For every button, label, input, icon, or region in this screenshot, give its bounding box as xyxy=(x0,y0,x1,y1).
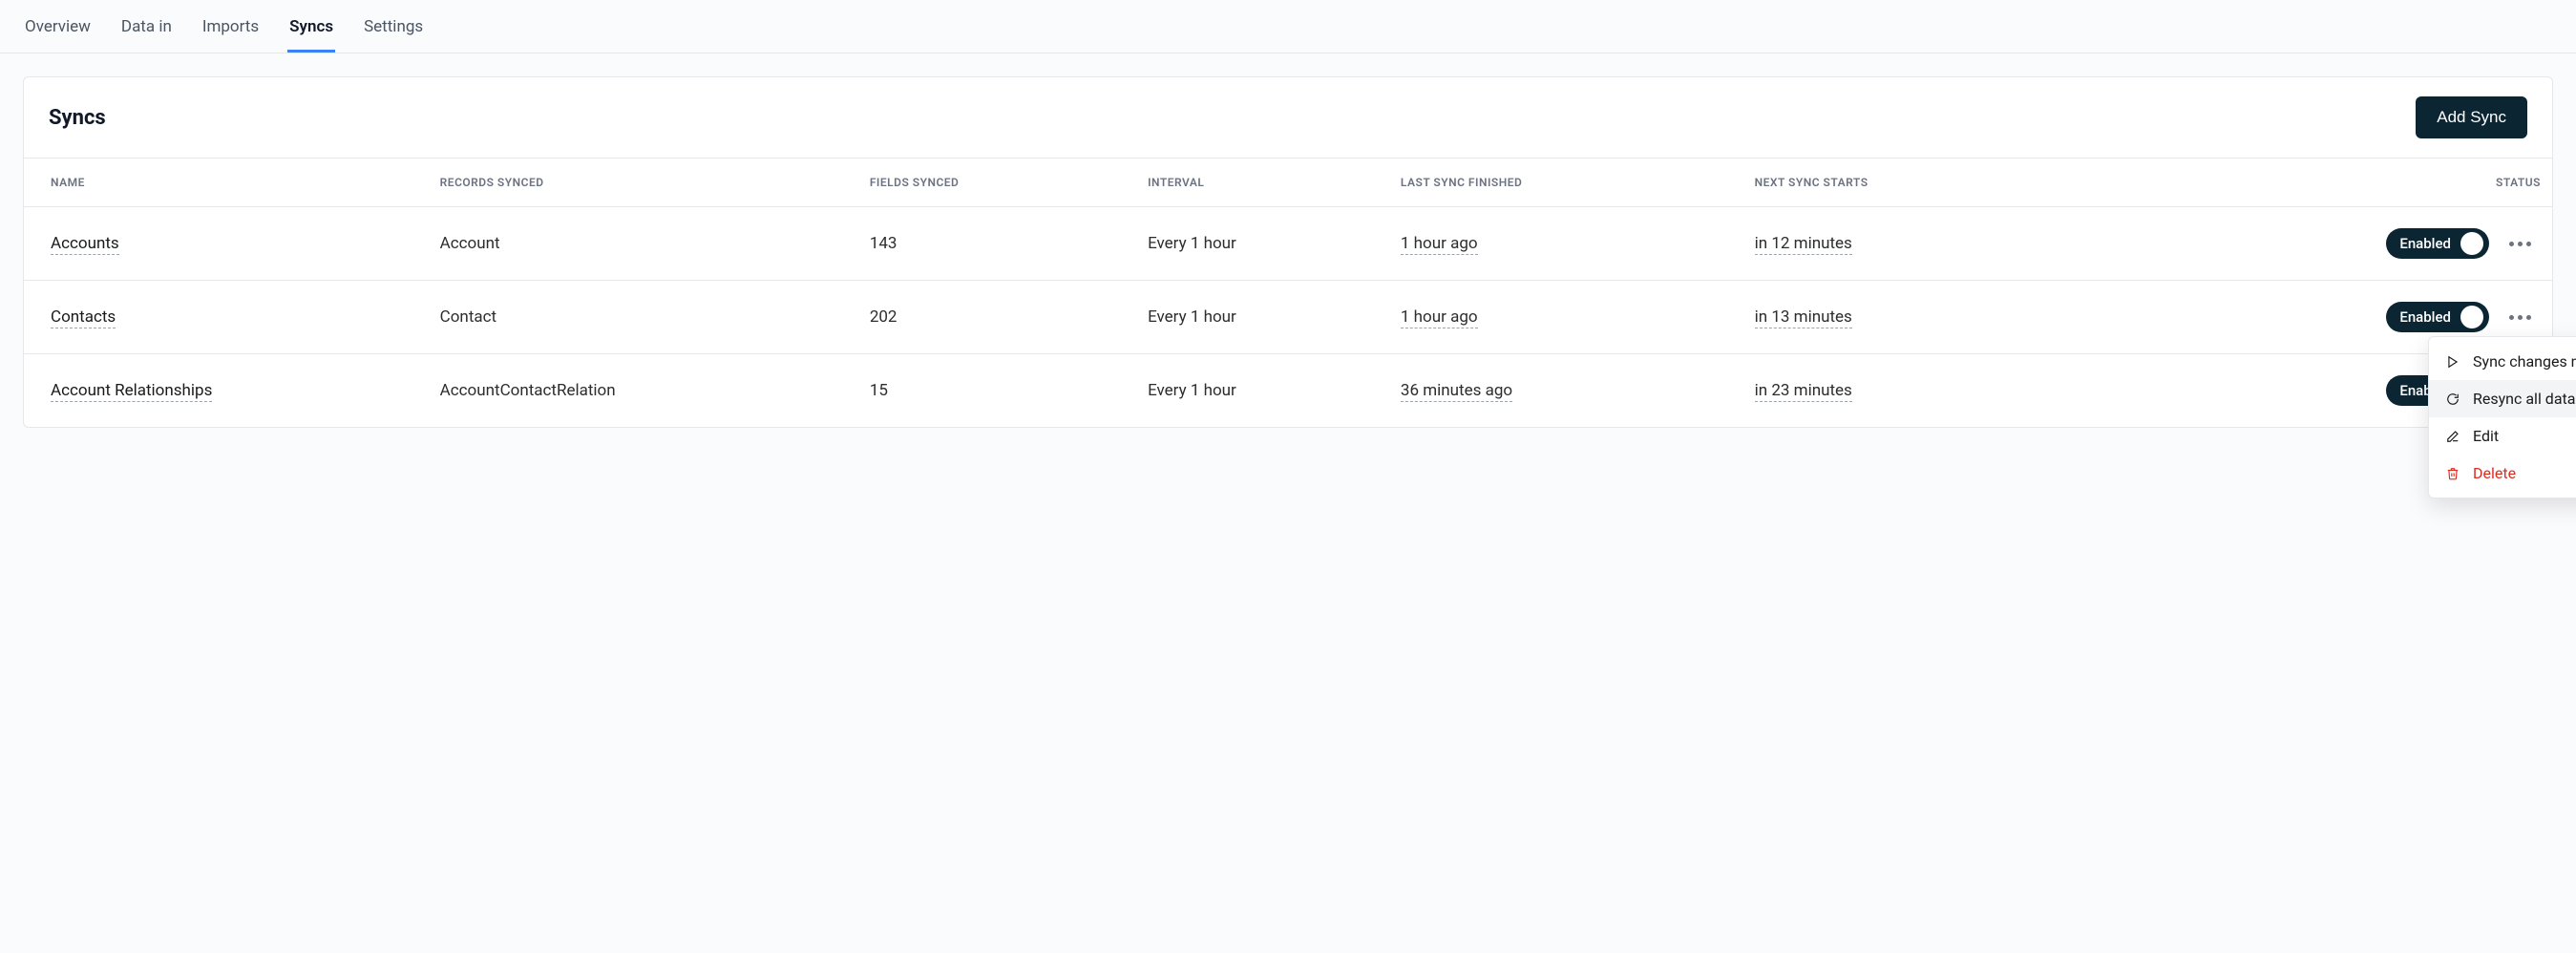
add-sync-button[interactable]: Add Sync xyxy=(2416,96,2527,138)
tab-syncs[interactable]: Syncs xyxy=(287,11,335,53)
menu-label: Resync all data xyxy=(2473,390,2575,408)
next-sync-time: in 12 minutes xyxy=(1755,234,1852,255)
next-sync-time: in 23 minutes xyxy=(1755,381,1852,402)
col-header-interval: INTERVAL xyxy=(1136,159,1389,207)
records-synced: AccountContactRelation xyxy=(429,354,858,428)
last-sync-time: 1 hour ago xyxy=(1401,234,1478,255)
table-row: Account Relationships AccountContactRela… xyxy=(24,354,2552,428)
sync-name-link[interactable]: Contacts xyxy=(51,307,116,328)
tab-overview[interactable]: Overview xyxy=(23,11,93,53)
panel-header: Syncs Add Sync xyxy=(24,77,2552,159)
table-row: Accounts Account 143 Every 1 hour 1 hour… xyxy=(24,207,2552,281)
fields-synced: 143 xyxy=(858,207,1136,281)
fields-synced: 202 xyxy=(858,281,1136,354)
syncs-table: NAME RECORDS SYNCED FIELDS SYNCED INTERV… xyxy=(24,159,2552,427)
refresh-icon xyxy=(2444,392,2461,406)
col-header-name: NAME xyxy=(24,159,429,207)
menu-sync-changes-now[interactable]: Sync changes now xyxy=(2429,343,2576,380)
panel-title: Syncs xyxy=(49,106,106,130)
pencil-icon xyxy=(2444,430,2461,443)
tab-bar: Overview Data in Imports Syncs Settings xyxy=(0,0,2576,53)
sync-name-link[interactable]: Account Relationships xyxy=(51,381,212,402)
col-header-last: LAST SYNC FINISHED xyxy=(1389,159,1743,207)
menu-label: Sync changes now xyxy=(2473,352,2576,371)
last-sync-time: 36 minutes ago xyxy=(1401,381,1512,402)
sync-interval: Every 1 hour xyxy=(1136,207,1389,281)
tab-settings[interactable]: Settings xyxy=(362,11,425,53)
next-sync-time: in 13 minutes xyxy=(1755,307,1852,328)
menu-label: Edit xyxy=(2473,427,2499,445)
row-actions-menu: Sync changes now Resync all data Edit De… xyxy=(2428,336,2576,498)
toggle-knob xyxy=(2460,232,2483,255)
trash-icon xyxy=(2444,467,2461,480)
col-header-records: RECORDS SYNCED xyxy=(429,159,858,207)
records-synced: Account xyxy=(429,207,858,281)
menu-delete[interactable]: Delete xyxy=(2429,455,2576,492)
ellipsis-icon xyxy=(2509,242,2531,246)
sync-interval: Every 1 hour xyxy=(1136,354,1389,428)
fields-synced: 15 xyxy=(858,354,1136,428)
tab-imports[interactable]: Imports xyxy=(201,11,261,53)
menu-edit[interactable]: Edit xyxy=(2429,417,2576,455)
play-icon xyxy=(2444,355,2461,369)
syncs-panel: Syncs Add Sync NAME RECORDS SYNCED FIELD… xyxy=(23,76,2553,428)
col-header-fields: FIELDS SYNCED xyxy=(858,159,1136,207)
table-row: Contacts Contact 202 Every 1 hour 1 hour… xyxy=(24,281,2552,354)
sync-interval: Every 1 hour xyxy=(1136,281,1389,354)
status-toggle[interactable]: Enabled xyxy=(2386,302,2489,332)
tab-data-in[interactable]: Data in xyxy=(119,11,174,53)
records-synced: Contact xyxy=(429,281,858,354)
sync-name-link[interactable]: Accounts xyxy=(51,234,119,255)
status-toggle[interactable]: Enabled xyxy=(2386,228,2489,259)
menu-label: Delete xyxy=(2473,464,2516,482)
last-sync-time: 1 hour ago xyxy=(1401,307,1478,328)
col-header-next: NEXT SYNC STARTS xyxy=(1743,159,2072,207)
toggle-label: Enabled xyxy=(2399,308,2451,326)
more-actions-button[interactable] xyxy=(2506,230,2533,257)
ellipsis-icon xyxy=(2509,315,2531,320)
menu-resync-all-data[interactable]: Resync all data xyxy=(2429,380,2576,417)
toggle-knob xyxy=(2460,306,2483,328)
toggle-label: Enabled xyxy=(2399,235,2451,252)
col-header-status: STATUS xyxy=(2072,159,2552,207)
more-actions-button[interactable] xyxy=(2506,304,2533,330)
